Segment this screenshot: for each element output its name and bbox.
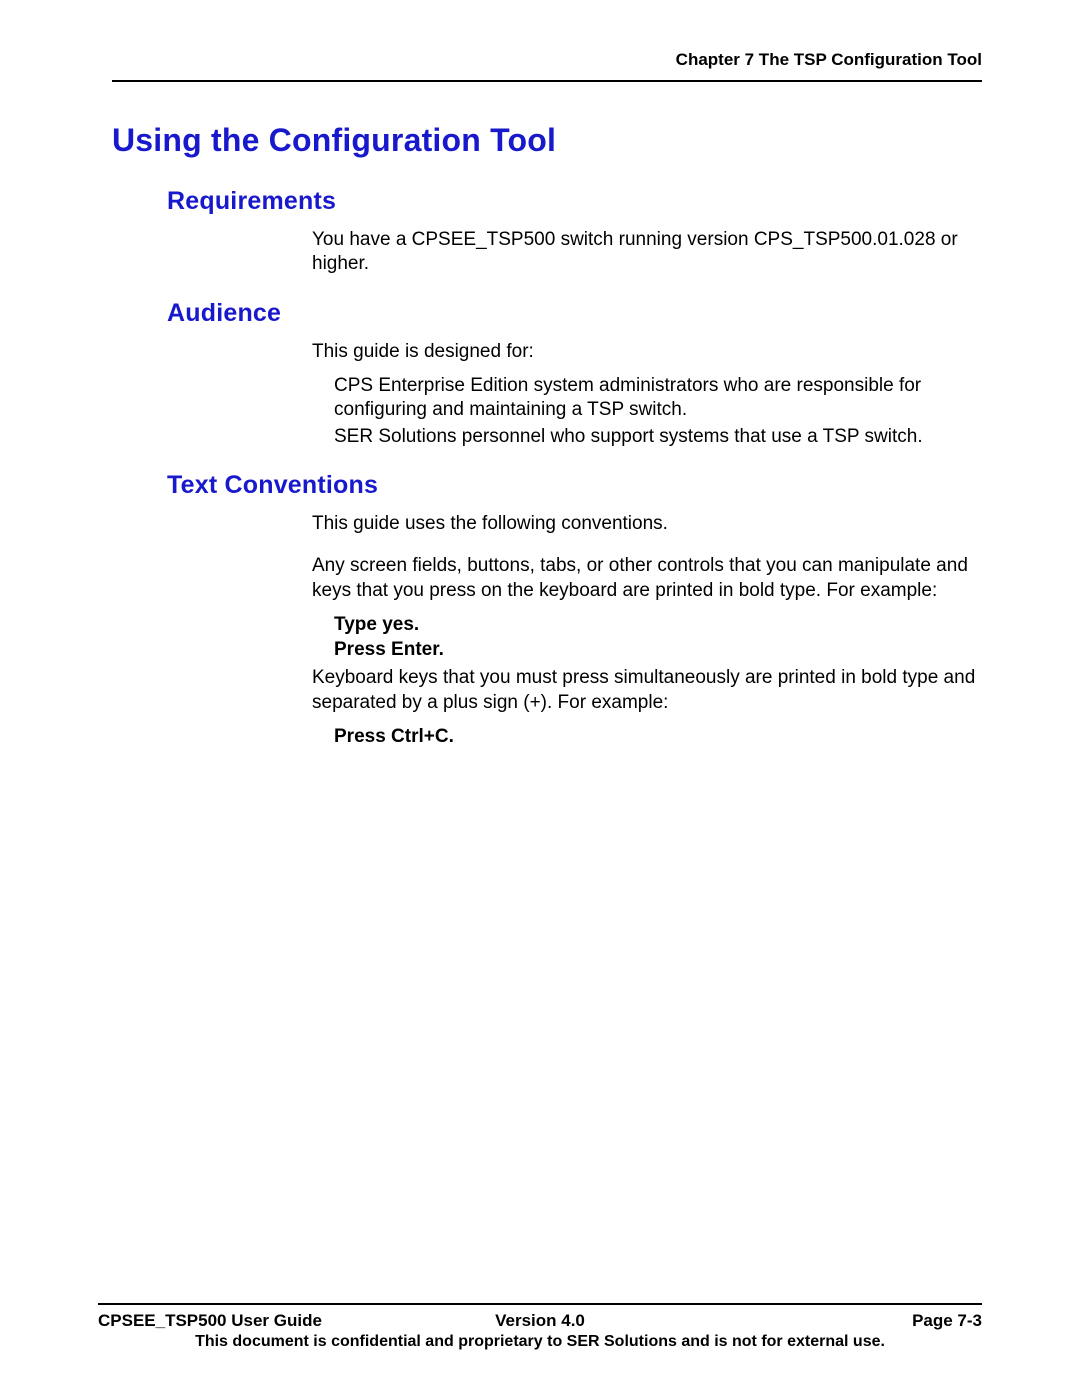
list-item: CPS Enterprise Edition system administra…	[334, 374, 982, 423]
example-line: Type yes.	[334, 613, 982, 637]
text-conventions-intro: This guide uses the following convention…	[312, 512, 982, 536]
page-title: Using the Configuration Tool	[112, 122, 982, 159]
running-header: Chapter 7 The TSP Configuration Tool	[112, 50, 982, 70]
audience-intro: This guide is designed for:	[312, 340, 982, 364]
section-text-conventions-heading: Text Conventions	[167, 471, 982, 500]
requirements-text: You have a CPSEE_TSP500 switch running v…	[312, 228, 982, 277]
section-requirements-body: You have a CPSEE_TSP500 switch running v…	[312, 228, 982, 277]
page-footer: CPSEE_TSP500 User Guide Version 4.0 Page…	[98, 1303, 982, 1351]
footer-row: CPSEE_TSP500 User Guide Version 4.0 Page…	[98, 1311, 982, 1331]
text-conventions-p2: Keyboard keys that you must press simult…	[312, 666, 982, 715]
section-audience-heading: Audience	[167, 299, 982, 328]
footer-left: CPSEE_TSP500 User Guide	[98, 1311, 393, 1331]
section-audience-body: This guide is designed for: CPS Enterpri…	[312, 340, 982, 449]
audience-list: CPS Enterprise Edition system administra…	[334, 374, 982, 449]
example-line: Press Enter.	[334, 638, 982, 662]
list-item: SER Solutions personnel who support syst…	[334, 425, 982, 449]
header-rule	[112, 80, 982, 82]
section-text-conventions-body: This guide uses the following convention…	[312, 512, 982, 750]
example-block: Press Ctrl+C.	[334, 725, 982, 749]
text-conventions-p1: Any screen fields, buttons, tabs, or oth…	[312, 554, 982, 603]
document-page: Chapter 7 The TSP Configuration Tool Usi…	[0, 0, 1080, 1397]
example-block: Type yes. Press Enter.	[334, 613, 982, 663]
footer-rule	[98, 1303, 982, 1305]
footer-right: Page 7-3	[687, 1311, 982, 1331]
footer-note: This document is confidential and propri…	[98, 1333, 982, 1351]
footer-center: Version 4.0	[393, 1311, 688, 1331]
example-line: Press Ctrl+C.	[334, 725, 982, 749]
section-requirements-heading: Requirements	[167, 187, 982, 216]
